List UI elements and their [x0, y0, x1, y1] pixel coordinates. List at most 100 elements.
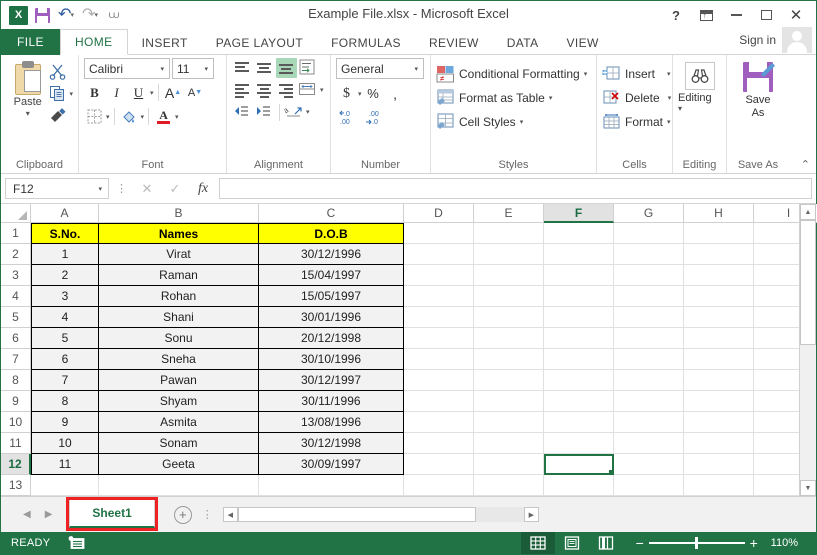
cell-a7[interactable]: 6	[31, 349, 99, 370]
cell-f13[interactable]	[544, 475, 614, 496]
tab-page-layout[interactable]: PAGE LAYOUT	[202, 30, 317, 55]
cell-a11[interactable]: 10	[31, 433, 99, 454]
accounting-format-button[interactable]: $	[336, 83, 357, 104]
column-header-f[interactable]: F	[544, 204, 614, 223]
cell-d12[interactable]	[404, 454, 474, 475]
column-header-b[interactable]: B	[99, 204, 259, 223]
scroll-down-icon[interactable]: ▼	[800, 480, 816, 496]
cell-h5[interactable]	[684, 307, 754, 328]
cell-f9[interactable]	[544, 391, 614, 412]
next-sheet-icon[interactable]: ▶	[45, 509, 53, 520]
cell-b10[interactable]: Asmita	[99, 412, 259, 433]
cell-i5[interactable]	[754, 307, 799, 328]
cell-b13[interactable]	[99, 475, 259, 496]
save-as-button[interactable]: Save As	[732, 58, 784, 120]
cell-a2[interactable]: 1	[31, 244, 99, 265]
insert-function-icon[interactable]: fx	[190, 178, 216, 200]
cell-e6[interactable]	[474, 328, 544, 349]
orientation-dropdown-icon[interactable]: ▾	[306, 108, 310, 116]
font-color-dropdown-icon[interactable]: ▾	[175, 113, 179, 121]
cell-e1[interactable]	[474, 223, 544, 244]
column-header-a[interactable]: A	[31, 204, 99, 223]
cell-d8[interactable]	[404, 370, 474, 391]
merge-center-button[interactable]	[298, 80, 319, 100]
zoom-level-label[interactable]: 110%	[763, 537, 808, 549]
cell-f7[interactable]	[544, 349, 614, 370]
cell-h13[interactable]	[684, 475, 754, 496]
cell-f2[interactable]	[544, 244, 614, 265]
scrollbar-grip[interactable]: ⋮	[202, 508, 213, 521]
copy-button[interactable]: ▾	[49, 84, 73, 103]
row-header-13[interactable]: 13	[1, 475, 31, 496]
orientation-button[interactable]: a	[284, 102, 305, 122]
scroll-right-icon[interactable]: ▶	[524, 507, 539, 522]
cell-h4[interactable]	[684, 286, 754, 307]
cell-h2[interactable]	[684, 244, 754, 265]
cell-e8[interactable]	[474, 370, 544, 391]
add-sheet-button[interactable]: +	[174, 506, 192, 524]
cell-h1[interactable]	[684, 223, 754, 244]
cell-g13[interactable]	[614, 475, 684, 496]
fill-color-dropdown-icon[interactable]: ▾	[141, 113, 145, 121]
cell-b1[interactable]: Names	[99, 223, 259, 244]
enter-formula-icon[interactable]: ✓	[162, 178, 188, 200]
cell-e4[interactable]	[474, 286, 544, 307]
shrink-font-button[interactable]: A▼	[185, 82, 206, 103]
cell-g1[interactable]	[614, 223, 684, 244]
page-break-preview-button[interactable]	[589, 532, 623, 554]
cell-b12[interactable]: Geeta	[99, 454, 259, 475]
scroll-left-icon[interactable]: ◀	[223, 507, 238, 522]
cell-c3[interactable]: 15/04/1997	[259, 265, 404, 286]
row-header-3[interactable]: 3	[1, 265, 31, 286]
font-name-combo[interactable]: Calibri ▾	[84, 58, 170, 79]
cell-g6[interactable]	[614, 328, 684, 349]
italic-button[interactable]: I	[106, 82, 127, 103]
cell-i9[interactable]	[754, 391, 799, 412]
grow-font-button[interactable]: A▲	[163, 82, 184, 103]
cell-g12[interactable]	[614, 454, 684, 475]
zoom-out-button[interactable]: −	[631, 535, 649, 551]
maximize-icon[interactable]	[752, 3, 780, 27]
cell-a5[interactable]: 4	[31, 307, 99, 328]
cell-i4[interactable]	[754, 286, 799, 307]
cell-i1[interactable]	[754, 223, 799, 244]
cell-h10[interactable]	[684, 412, 754, 433]
zoom-slider[interactable]	[649, 542, 745, 544]
cell-h12[interactable]	[684, 454, 754, 475]
cell-i8[interactable]	[754, 370, 799, 391]
ribbon-display-options-icon[interactable]	[692, 3, 720, 27]
borders-button[interactable]	[84, 106, 105, 127]
cell-a13[interactable]	[31, 475, 99, 496]
cell-g7[interactable]	[614, 349, 684, 370]
cell-c7[interactable]: 30/10/1996	[259, 349, 404, 370]
cell-f11[interactable]	[544, 433, 614, 454]
number-format-combo[interactable]: General ▾	[336, 58, 424, 79]
row-header-6[interactable]: 6	[1, 328, 31, 349]
excel-logo-icon[interactable]: X	[7, 4, 29, 26]
cell-i12[interactable]	[754, 454, 799, 475]
cell-b3[interactable]: Raman	[99, 265, 259, 286]
cell-c10[interactable]: 13/08/1996	[259, 412, 404, 433]
horizontal-scroll-track[interactable]	[476, 507, 524, 522]
cell-c9[interactable]: 30/11/1996	[259, 391, 404, 412]
cell-i2[interactable]	[754, 244, 799, 265]
decrease-decimal-button[interactable]: .00 .0	[363, 106, 389, 127]
comma-format-button[interactable]: ,	[385, 83, 406, 104]
row-header-9[interactable]: 9	[1, 391, 31, 412]
save-icon[interactable]	[31, 4, 53, 26]
redo-icon[interactable]: ↷▾	[79, 4, 101, 26]
cell-g5[interactable]	[614, 307, 684, 328]
row-header-4[interactable]: 4	[1, 286, 31, 307]
cell-h8[interactable]	[684, 370, 754, 391]
cell-b8[interactable]: Pawan	[99, 370, 259, 391]
cell-d3[interactable]	[404, 265, 474, 286]
format-cells-button[interactable]: Format ▾	[602, 110, 671, 134]
formula-input[interactable]	[219, 178, 812, 199]
row-header-7[interactable]: 7	[1, 349, 31, 370]
help-icon[interactable]: ?	[662, 3, 690, 27]
decrease-indent-button[interactable]	[232, 102, 253, 122]
cell-g8[interactable]	[614, 370, 684, 391]
cell-c13[interactable]	[259, 475, 404, 496]
column-header-e[interactable]: E	[474, 204, 544, 223]
cell-i3[interactable]	[754, 265, 799, 286]
